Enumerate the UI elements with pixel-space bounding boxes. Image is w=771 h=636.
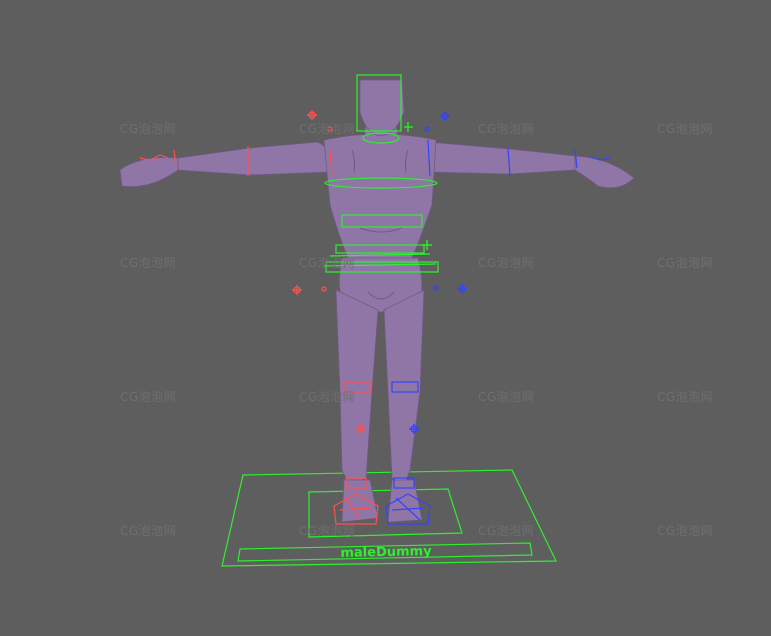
male-dummy-mesh[interactable] — [119, 79, 635, 523]
watermark: CG泡泡网 — [120, 524, 177, 538]
watermark: CG泡泡网 — [299, 256, 356, 270]
plus-target-icon[interactable] — [321, 286, 327, 292]
plus-target-icon[interactable] — [404, 122, 413, 132]
right-hand[interactable] — [574, 155, 635, 189]
watermark: CG泡泡网 — [120, 390, 177, 404]
watermark: CG泡泡网 — [120, 256, 177, 270]
torso[interactable] — [323, 133, 437, 263]
left-hand[interactable] — [119, 157, 179, 188]
watermark: CG泡泡网 — [657, 524, 714, 538]
watermark: CG泡泡网 — [657, 122, 714, 136]
watermark: CG泡泡网 — [478, 256, 535, 270]
watermark: CG泡泡网 — [299, 524, 356, 538]
asset-name-label: maleDummy — [340, 544, 432, 561]
watermark: CG泡泡网 — [120, 122, 177, 136]
watermark: CG泡泡网 — [657, 256, 714, 270]
plus-target-icon[interactable] — [424, 126, 430, 132]
watermark: CG泡泡网 — [299, 122, 356, 136]
right-arm[interactable] — [427, 141, 576, 175]
scene-canvas[interactable]: maleDummy — [0, 0, 771, 636]
plus-target-icon[interactable] — [457, 284, 467, 294]
watermark: CG泡泡网 — [478, 122, 535, 136]
watermark: CG泡泡网 — [657, 390, 714, 404]
left-arm[interactable] — [177, 141, 331, 176]
plus-target-icon[interactable] — [433, 285, 439, 291]
right-foot[interactable] — [387, 479, 423, 523]
plus-target-icon[interactable] — [440, 111, 450, 121]
plus-target-icon[interactable] — [307, 110, 317, 120]
watermark: CG泡泡网 — [478, 524, 535, 538]
plus-target-icon[interactable] — [292, 285, 302, 295]
watermark: CG泡泡网 — [299, 390, 356, 404]
watermark: CG泡泡网 — [478, 390, 535, 404]
3d-viewport[interactable]: maleDummy CG泡泡网 CG泡泡网 CG泡泡网 CG泡泡网 CG泡泡网 … — [0, 0, 771, 636]
